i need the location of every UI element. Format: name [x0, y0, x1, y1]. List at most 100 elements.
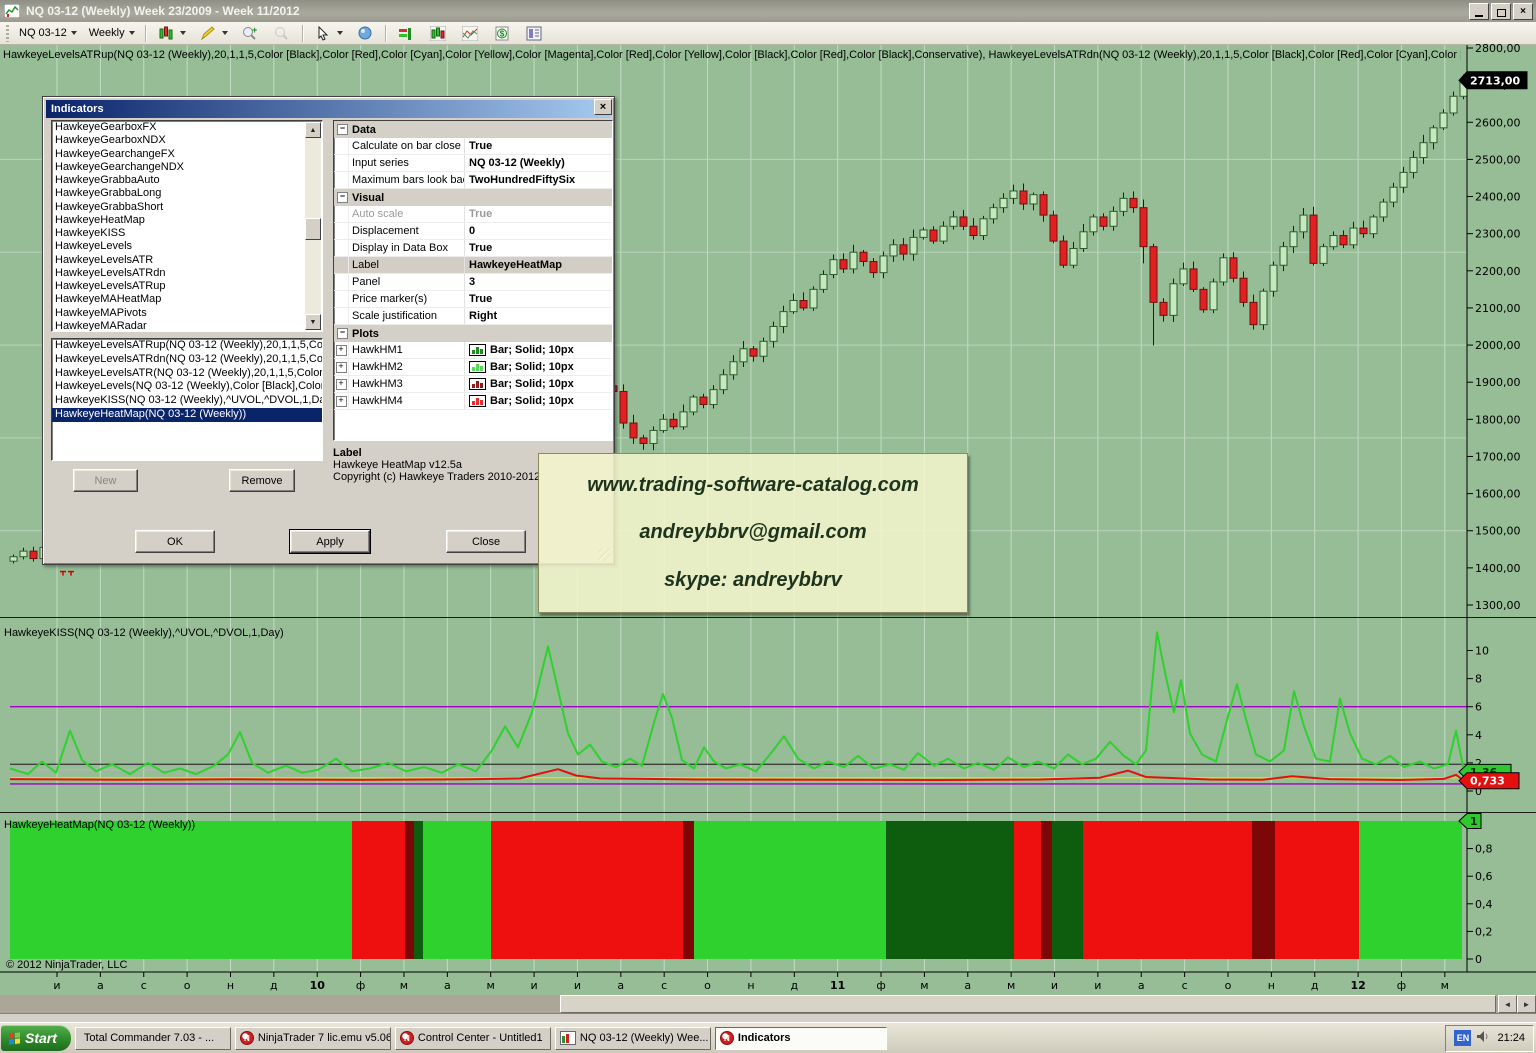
collapse-icon[interactable]: − — [337, 192, 348, 203]
scroll-down-icon[interactable]: ▼ — [305, 314, 321, 330]
indicator-list-item[interactable]: HawkeyeLevelsATRup — [52, 280, 306, 293]
configured-indicator-item[interactable]: HawkeyeHeatMap(NQ 03-12 (Weekly)) — [52, 408, 322, 422]
watermark-skype: skype: andreybbrv — [664, 569, 842, 592]
property-row[interactable]: Input seriesNQ 03-12 (Weekly) — [334, 155, 612, 172]
collapse-icon[interactable]: − — [337, 124, 348, 135]
list-scrollbar[interactable]: ▲ ▼ — [305, 122, 321, 330]
property-value[interactable]: NQ 03-12 (Weekly) — [465, 155, 612, 171]
property-row[interactable]: +HawkHM4Bar; Solid; 10px — [334, 393, 612, 410]
indicator-list-item[interactable]: HawkeyeLevelsATRdn — [52, 267, 306, 280]
dialog-close-icon[interactable]: × — [594, 99, 612, 115]
taskbar-button[interactable]: NNinjaTrader 7 lic.emu v5.06 — [235, 1027, 391, 1050]
start-button[interactable]: Start — [1, 1025, 71, 1051]
property-row[interactable]: Scale justificationRight — [334, 308, 612, 325]
svg-text:2500,00: 2500,00 — [1475, 153, 1521, 166]
svg-text:с: с — [661, 979, 667, 992]
configured-indicator-item[interactable]: HawkeyeLevels(NQ 03-12 (Weekly),Color [B… — [52, 380, 322, 394]
configured-indicator-item[interactable]: HawkeyeLevelsATR(NQ 03-12 (Weekly),20,1,… — [52, 367, 322, 381]
svg-text:0: 0 — [1475, 953, 1482, 966]
property-row[interactable]: Maximum bars look backTwoHundredFiftySix — [334, 172, 612, 189]
taskbar-button[interactable]: NControl Center - Untitled1 — [395, 1027, 551, 1050]
dialog-title-bar[interactable]: Indicators — [46, 100, 611, 118]
property-row[interactable]: Display in Data BoxTrue — [334, 240, 612, 257]
indicator-list-item[interactable]: HawkeyeGearchangeFX — [52, 148, 306, 161]
scrollbar-thumb[interactable] — [560, 995, 1496, 1013]
property-value[interactable]: 0 — [465, 223, 612, 239]
indicator-list-item[interactable]: HawkeyeGearchangeNDX — [52, 161, 306, 174]
property-value[interactable]: True — [465, 206, 612, 222]
volume-icon[interactable] — [1477, 1031, 1491, 1046]
indicator-list-item[interactable]: HawkeyeMAPivots — [52, 307, 306, 320]
dialog-title: Indicators — [51, 103, 104, 115]
property-row[interactable]: Price marker(s)True — [334, 291, 612, 308]
indicator-list-item[interactable]: HawkeyeGearboxFX — [52, 121, 306, 134]
expand-icon[interactable]: + — [334, 376, 349, 392]
property-section-header[interactable]: −Plots — [334, 325, 612, 342]
property-value[interactable]: HawkeyeHeatMap — [465, 257, 612, 273]
svg-text:и: и — [1094, 979, 1101, 992]
svg-text:а: а — [964, 979, 971, 992]
indicator-list-item[interactable]: HawkeyeKISS — [52, 227, 306, 240]
indicator-list-item[interactable]: HawkeyeGrabbaShort — [52, 201, 306, 214]
close-dialog-button[interactable]: Close — [446, 530, 526, 553]
chart-horizontal-scrollbar[interactable]: ◄ ► — [0, 995, 1536, 1013]
svg-text:н: н — [1268, 979, 1275, 992]
property-row[interactable]: Panel3 — [334, 274, 612, 291]
expand-icon[interactable]: + — [334, 342, 349, 358]
collapse-icon[interactable]: − — [337, 328, 348, 339]
svg-text:0,8: 0,8 — [1475, 843, 1493, 856]
property-value[interactable]: Bar; Solid; 10px — [465, 359, 612, 375]
configured-indicator-item[interactable]: HawkeyeLevelsATRdn(NQ 03-12 (Weekly),20,… — [52, 353, 322, 367]
property-value[interactable]: Bar; Solid; 10px — [465, 342, 612, 358]
property-row[interactable]: Auto scaleTrue — [334, 206, 612, 223]
property-value[interactable]: Right — [465, 308, 612, 324]
svg-text:2800,00: 2800,00 — [1475, 42, 1521, 55]
indicator-list-item[interactable]: HawkeyeGearboxNDX — [52, 134, 306, 147]
scrollbar-thumb[interactable] — [305, 218, 321, 240]
svg-text:1900,00: 1900,00 — [1475, 376, 1521, 389]
property-row[interactable]: LabelHawkeyeHeatMap — [334, 257, 612, 274]
indicator-list-item[interactable]: HawkeyeLevelsATR — [52, 254, 306, 267]
property-value[interactable]: Bar; Solid; 10px — [465, 393, 612, 409]
property-row[interactable]: +HawkHM2Bar; Solid; 10px — [334, 359, 612, 376]
indicator-list-item[interactable]: HawkeyeMAHeatMap — [52, 293, 306, 306]
available-indicators-list[interactable]: ▲ ▼ HawkeyeGearboxFXHawkeyeGearboxNDXHaw… — [51, 120, 323, 332]
scroll-right-icon[interactable]: ► — [1517, 995, 1536, 1013]
language-indicator[interactable]: EN — [1454, 1030, 1471, 1046]
property-section-header[interactable]: −Visual — [334, 189, 612, 206]
configured-indicator-item[interactable]: HawkeyeLevelsATRup(NQ 03-12 (Weekly),20,… — [52, 339, 322, 353]
apply-button[interactable]: Apply — [290, 530, 370, 553]
property-row[interactable]: +HawkHM1Bar; Solid; 10px — [334, 342, 612, 359]
property-row[interactable]: Calculate on bar closeTrue — [334, 138, 612, 155]
indicator-list-item[interactable]: HawkeyeGrabbaLong — [52, 187, 306, 200]
taskbar-button[interactable]: NQ 03-12 (Weekly) Wee... — [555, 1027, 711, 1050]
property-row[interactable]: +HawkHM3Bar; Solid; 10px — [334, 376, 612, 393]
scroll-up-icon[interactable]: ▲ — [305, 122, 321, 138]
property-value[interactable]: True — [465, 240, 612, 256]
indicator-list-item[interactable]: HawkeyeHeatMap — [52, 214, 306, 227]
property-value[interactable]: True — [465, 291, 612, 307]
new-button[interactable]: New — [73, 469, 138, 492]
expand-icon[interactable]: + — [334, 359, 349, 375]
taskbar-button[interactable]: Total Commander 7.03 - ... — [75, 1027, 231, 1050]
remove-button[interactable]: Remove — [229, 469, 295, 492]
ok-button[interactable]: OK — [135, 530, 215, 553]
property-row[interactable]: Displacement0 — [334, 223, 612, 240]
configured-indicator-item[interactable]: HawkeyeKISS(NQ 03-12 (Weekly),^UVOL,^DVO… — [52, 394, 322, 408]
scroll-left-icon[interactable]: ◄ — [1498, 995, 1517, 1013]
property-label: Input series — [349, 155, 465, 171]
property-value[interactable]: TwoHundredFiftySix — [465, 172, 612, 188]
expand-icon[interactable]: + — [334, 393, 349, 409]
configured-indicators-list[interactable]: HawkeyeLevelsATRup(NQ 03-12 (Weekly),20,… — [51, 338, 323, 461]
property-section-header[interactable]: −Data — [334, 121, 612, 138]
property-value[interactable]: True — [465, 138, 612, 154]
taskbar-button[interactable]: NIndicators — [715, 1027, 887, 1050]
plot-style-icon — [469, 395, 486, 407]
indicator-list-item[interactable]: HawkeyeGrabbaAuto — [52, 174, 306, 187]
property-value[interactable]: 3 — [465, 274, 612, 290]
row-gutter — [334, 240, 349, 256]
property-label: HawkHM4 — [349, 393, 465, 409]
indicator-list-item[interactable]: HawkeyeLevels — [52, 240, 306, 253]
indicator-list-item[interactable]: HawkeyeMARadar — [52, 320, 306, 332]
property-value[interactable]: Bar; Solid; 10px — [465, 376, 612, 392]
